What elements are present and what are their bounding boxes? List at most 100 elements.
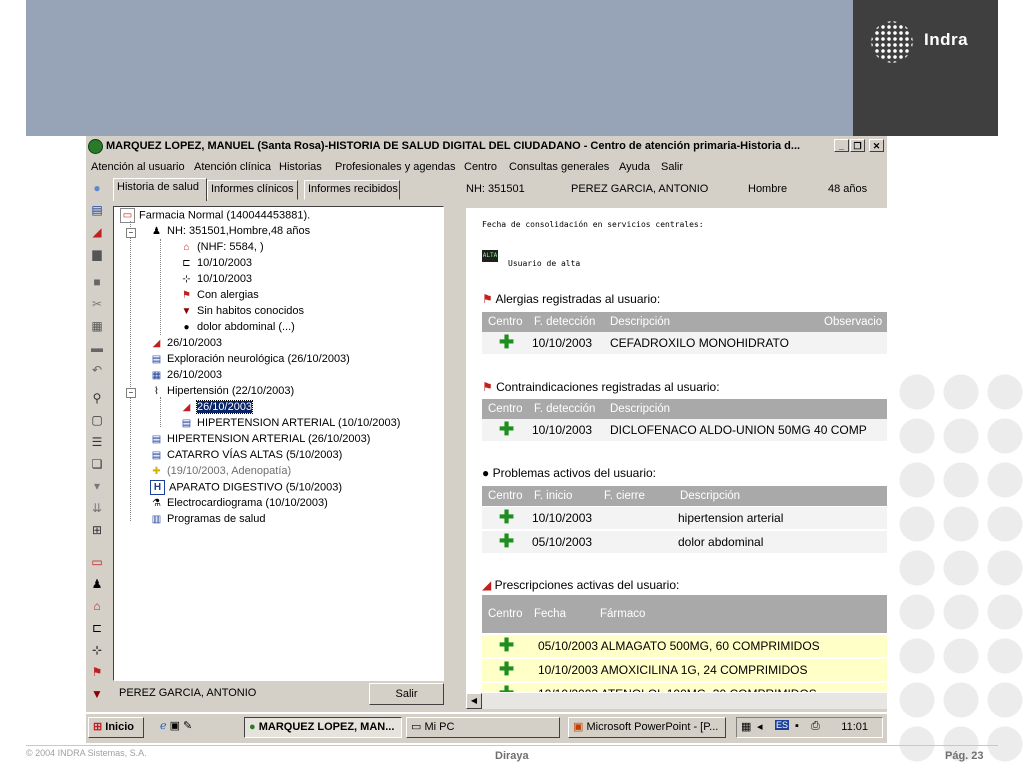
menu-consultas[interactable]: Consultas generales xyxy=(509,161,609,173)
taskbar-task-powerpoint[interactable]: ▣ Microsoft PowerPoint - [P... xyxy=(568,717,726,738)
tree-collapse-toggle[interactable]: − xyxy=(126,228,136,238)
plus-icon[interactable]: ✚ xyxy=(499,532,514,550)
tree-collapse-toggle[interactable]: − xyxy=(126,388,136,398)
tree-node[interactable]: ▭ Farmacia Normal (140044453881). xyxy=(120,208,310,223)
speaker-icon[interactable]: ◂ xyxy=(757,720,763,733)
page-icon[interactable]: ▢ xyxy=(89,412,105,428)
prescription-row[interactable]: ✚ 05/10/2003 ALMAGATO 500MG, 60 COMPRIMI… xyxy=(482,635,887,657)
print-icon[interactable]: ▬ xyxy=(89,340,105,356)
list-icon[interactable]: ☰ xyxy=(89,434,105,450)
tree-node[interactable]: ● dolor abdominal (...) xyxy=(180,320,294,335)
left-toolbar: ● ▤ ◢ ▆ ■ ✂ ▦ ▬ ↶ ⚲ ▢ ☰ ❏ ▾ ⇊ ⊞ ▭ ♟ ⌂ ⊏ … xyxy=(86,178,108,712)
bed-icon[interactable]: ⊏ xyxy=(89,620,105,636)
copy-icon[interactable]: ▆ xyxy=(89,246,105,262)
menu-centro[interactable]: Centro xyxy=(464,161,497,173)
tab-historia-salud[interactable]: Historia de salud xyxy=(113,178,207,201)
tree-node[interactable]: ⊹ 10/10/2003 xyxy=(180,272,252,287)
home-icon[interactable]: ⌂ xyxy=(89,598,105,614)
menu-atencion-usuario[interactable]: Atención al usuario xyxy=(91,161,185,173)
bed-icon: ⊏ xyxy=(182,257,191,269)
prescription-row[interactable]: ✚ 10/10/2003 AMOXICILINA 1G, 24 COMPRIMI… xyxy=(482,659,887,681)
maximize-button[interactable]: ❐ xyxy=(850,139,865,152)
person-icon[interactable]: ♟ xyxy=(89,576,105,592)
app-globe-icon[interactable] xyxy=(88,139,103,154)
row-date: 10/10/2003 xyxy=(532,423,593,437)
globe-icon[interactable]: ● xyxy=(89,180,105,196)
tree-node[interactable]: ▤ HIPERTENSION ARTERIAL (10/10/2003) xyxy=(180,416,401,431)
plus-icon[interactable]: ✚ xyxy=(499,660,514,678)
slide-banner xyxy=(26,0,853,136)
menu-ayuda[interactable]: Ayuda xyxy=(619,161,650,173)
bomb-icon[interactable]: ● xyxy=(89,708,105,712)
tree-node[interactable]: ▦ 26/10/2003 xyxy=(150,368,222,383)
menu-salir[interactable]: Salir xyxy=(661,161,683,173)
document-icon[interactable]: ▤ xyxy=(89,202,105,218)
undo-icon[interactable]: ↶ xyxy=(89,362,105,378)
card-icon[interactable]: ▭ xyxy=(89,554,105,570)
tree-node[interactable]: ⌇ Hipertensión (22/10/2003) xyxy=(150,384,294,399)
tree-node-selected[interactable]: ◢ 26/10/2003 xyxy=(180,400,254,415)
col-fecha-deteccion: F. detección xyxy=(534,403,596,415)
tree-node[interactable]: ⊏ 10/10/2003 xyxy=(180,256,252,271)
taskbar-task-mypc[interactable]: ▭ Mi PC xyxy=(406,717,560,738)
tree-node-label: APARATO DIGESTIVO (5/10/2003) xyxy=(169,481,343,494)
tab-informes-clinicos[interactable]: Informes clínicos xyxy=(207,180,298,200)
glass-icon[interactable]: ▼ xyxy=(89,686,105,702)
problem-row[interactable]: ✚ 10/10/2003 hipertension arterial xyxy=(482,507,887,529)
tree-node[interactable]: ⚗ Electrocardiograma (10/10/2003) xyxy=(150,496,328,511)
tree-node[interactable]: ✚ (19/10/2003, Adenopatía) xyxy=(150,464,291,479)
flag-icon[interactable]: ⚑ xyxy=(89,664,105,680)
paste-icon[interactable]: ▦ xyxy=(89,318,105,334)
prescription-row[interactable]: ✚ 10/10/2003 ATENOLOL 100MG, 30 COMPRIMI… xyxy=(482,683,887,692)
notepad-icon[interactable]: ✎ xyxy=(183,720,192,732)
tree-node[interactable]: ▼ Sin habitos conocidos xyxy=(180,304,304,319)
title-bar[interactable]: MARQUEZ LOPEZ, MANUEL (Santa Rosa)-HISTO… xyxy=(86,136,887,158)
splitter-bar[interactable] xyxy=(448,206,464,707)
salir-button[interactable]: Salir xyxy=(369,683,444,705)
pages-icon[interactable]: ❏ xyxy=(89,456,105,472)
row-text: 05/10/2003 ALMAGATO 500MG, 60 COMPRIMIDO… xyxy=(538,639,820,653)
problem-row[interactable]: ✚ 05/10/2003 dolor abdominal xyxy=(482,531,887,553)
allergy-row[interactable]: ✚ 10/10/2003 CEFADROXILO MONOHIDRATO xyxy=(482,332,887,354)
search-icon[interactable]: ⚲ xyxy=(89,390,105,406)
contraindication-row[interactable]: ✚ 10/10/2003 DICLOFENACO ALDO-UNION 50MG… xyxy=(482,419,887,441)
close-button[interactable]: ✕ xyxy=(869,139,884,152)
arrow-down-icon[interactable]: ▾ xyxy=(89,478,105,494)
tree-node[interactable]: ▤ CATARRO VÍAS ALTAS (5/10/2003) xyxy=(150,448,343,463)
tab-informes-recibidos[interactable]: Informes recibidos xyxy=(304,180,400,200)
tree-expand-icon[interactable]: ⊞ xyxy=(89,522,105,538)
plus-icon[interactable]: ✚ xyxy=(499,636,514,654)
plus-icon[interactable]: ✚ xyxy=(499,333,514,351)
tree-node[interactable]: ⚑ Con alergias xyxy=(180,288,259,303)
language-indicator[interactable]: ES xyxy=(775,720,790,730)
tree-node[interactable]: ▤ Exploración neurológica (26/10/2003) xyxy=(150,352,350,367)
plus-icon[interactable]: ✚ xyxy=(499,508,514,526)
ie-icon[interactable]: ℯ xyxy=(160,720,167,732)
menu-atencion-clinica[interactable]: Atención clínica xyxy=(194,161,271,173)
tray-app-icon[interactable]: ▪ xyxy=(795,720,799,732)
horizontal-scrollbar[interactable]: ◀ xyxy=(466,692,887,709)
start-button[interactable]: ⊞ Inicio xyxy=(88,717,144,738)
tree-node[interactable]: ▥ Programas de salud xyxy=(150,512,266,527)
desktop-icon[interactable]: ▣ xyxy=(170,720,180,732)
tree-node[interactable]: ♟ NH: 351501,Hombre,48 años xyxy=(150,224,310,239)
menu-profesionales[interactable]: Profesionales y agendas xyxy=(335,161,455,173)
scroll-left-icon[interactable]: ◀ xyxy=(466,693,482,709)
taskbar-task-diraya[interactable]: ● MARQUEZ LOPEZ, MAN... xyxy=(244,717,402,738)
arrow-bottom-icon[interactable]: ⇊ xyxy=(89,500,105,516)
printer-icon[interactable]: ⎙ xyxy=(811,720,820,733)
plus-icon[interactable]: ✚ xyxy=(499,420,514,438)
cut-icon[interactable]: ✂ xyxy=(89,296,105,312)
tree-node[interactable]: ▤ HIPERTENSION ARTERIAL (26/10/2003) xyxy=(150,432,371,447)
pill-icon[interactable]: ◢ xyxy=(89,224,105,240)
consolidation-label: Fecha de consolidación en servicios cent… xyxy=(482,220,704,229)
tree-node[interactable]: ◢ 26/10/2003 xyxy=(150,336,222,351)
network-icon[interactable]: ▦ xyxy=(741,720,751,733)
box-icon[interactable]: ■ xyxy=(89,274,105,290)
allergies-section-title: ⚑ Alergias registradas al usuario: xyxy=(482,292,660,306)
tree-node[interactable]: ⌂ (NHF: 5584, ) xyxy=(180,240,263,255)
menu-historias[interactable]: Historias xyxy=(279,161,322,173)
minimize-button[interactable]: _ xyxy=(834,139,849,152)
tree-node[interactable]: H APARATO DIGESTIVO (5/10/2003) xyxy=(150,480,342,495)
network-icon[interactable]: ⊹ xyxy=(89,642,105,658)
